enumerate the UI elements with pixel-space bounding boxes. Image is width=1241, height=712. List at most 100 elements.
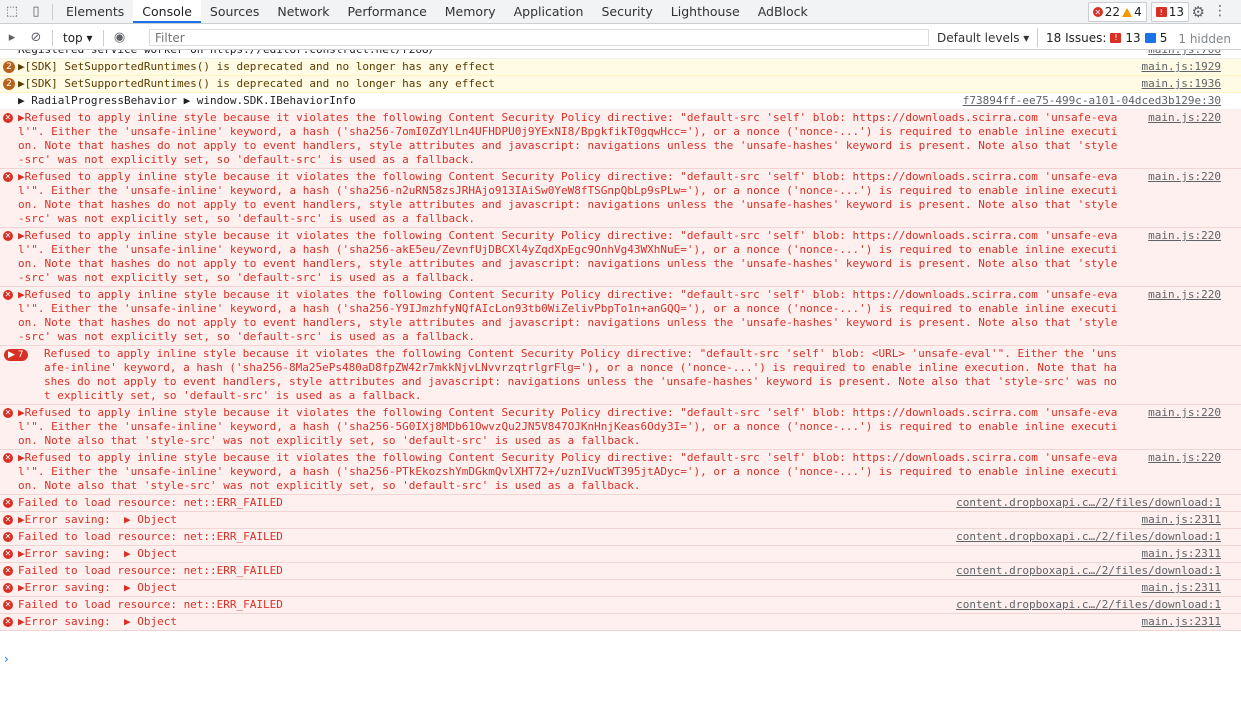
console-message[interactable]: ✕ Failed to load resource: net::ERR_FAILE…: [0, 597, 1241, 614]
console-message[interactable]: ▶ 7 Refused to apply inline style because…: [0, 346, 1241, 405]
source-link[interactable]: main.js:2311: [1142, 513, 1221, 526]
console-prompt[interactable]: ›: [4, 652, 9, 666]
tab-list: Elements Console Sources Network Performance…: [57, 0, 817, 23]
console-message[interactable]: ✕ ▶Refused to apply inline style because …: [0, 169, 1241, 228]
source-link[interactable]: main.js:220: [1148, 451, 1221, 464]
divider: [52, 29, 53, 46]
chevron-down-icon: ▾: [86, 30, 93, 45]
source-link[interactable]: content.dropboxapi.c…/2/files/download:1: [956, 496, 1221, 509]
console-message[interactable]: ✕ ▶Error saving: ▶ Object main.js:2311: [0, 580, 1241, 597]
issues-counter[interactable]: ! 13: [1150, 2, 1189, 22]
repeat-count-badge: 2: [3, 61, 15, 73]
console-message[interactable]: ✕ Failed to load resource: net::ERR_FAILE…: [0, 563, 1241, 580]
filter-input[interactable]: [149, 29, 929, 46]
console-message[interactable]: ✕ Failed to load resource: net::ERR_FAILE…: [0, 529, 1241, 546]
source-link[interactable]: main.js:220: [1148, 229, 1221, 242]
message-text: ▶Refused to apply inline style because i…: [18, 229, 1118, 284]
console-messages: Registered service worker on https://edi…: [0, 50, 1241, 712]
message-text: ▶[SDK] SetSupportedRuntimes() is depreca…: [18, 60, 495, 73]
source-link[interactable]: main.js:706: [1148, 50, 1221, 56]
sidebar-toggle-icon[interactable]: ▸: [0, 26, 24, 49]
error-icon: ✕: [3, 113, 13, 123]
console-message[interactable]: ✕ ▶Error saving: ▶ Object main.js:2311: [0, 614, 1241, 631]
message-text: ▶Refused to apply inline style because i…: [18, 406, 1118, 447]
message-text: ▶Refused to apply inline style because i…: [18, 288, 1118, 343]
inspect-element-icon[interactable]: ⬚: [0, 0, 24, 23]
source-link[interactable]: main.js:1929: [1142, 60, 1221, 73]
tab-elements[interactable]: Elements: [57, 0, 133, 23]
console-message[interactable]: ✕ ▶Refused to apply inline style because …: [0, 228, 1241, 287]
context-selector[interactable]: top ▾: [57, 31, 99, 45]
divider: [102, 29, 104, 46]
source-link[interactable]: main.js:2311: [1142, 615, 1221, 628]
console-toolbar: ▸ ⊘ top ▾ ◉ Default levels ▾ 18 Issues: …: [0, 26, 1241, 50]
message-text: Registered service worker on https://edi…: [0, 50, 1241, 58]
issue-error-icon: !: [1110, 32, 1122, 43]
source-link[interactable]: main.js:220: [1148, 288, 1221, 301]
issue-icon: !: [1155, 7, 1167, 17]
source-link[interactable]: content.dropboxapi.c…/2/files/download:1: [956, 530, 1221, 543]
source-link[interactable]: main.js:220: [1148, 406, 1221, 419]
source-link[interactable]: f73894ff-ee75-499c-a101-04dced3b129e:30: [963, 94, 1221, 107]
issues-label: 18 Issues:: [1046, 30, 1107, 45]
source-link[interactable]: main.js:2311: [1142, 547, 1221, 560]
message-text: Refused to apply inline style because it…: [44, 347, 1117, 402]
source-link[interactable]: main.js:1936: [1142, 77, 1221, 90]
tab-memory[interactable]: Memory: [436, 0, 505, 23]
message-text: ▶Refused to apply inline style because i…: [18, 111, 1118, 166]
levels-label: Default levels: [937, 31, 1020, 45]
console-message[interactable]: ✕ ▶Error saving: ▶ Object main.js:2311: [0, 546, 1241, 563]
source-link[interactable]: main.js:220: [1148, 170, 1221, 183]
error-icon: ✕: [3, 498, 13, 508]
error-icon: ✕: [3, 453, 13, 463]
tab-security[interactable]: Security: [592, 0, 661, 23]
console-message[interactable]: ✕ ▶Refused to apply inline style because …: [0, 287, 1241, 346]
tab-sources[interactable]: Sources: [201, 0, 268, 23]
tab-lighthouse[interactable]: Lighthouse: [662, 0, 749, 23]
error-icon: ✕: [3, 549, 13, 559]
repeat-count-badge: 2: [3, 78, 15, 90]
tab-adblock[interactable]: AdBlock: [749, 0, 817, 23]
console-message[interactable]: 2 ▶[SDK] SetSupportedRuntimes() is deprec…: [0, 59, 1241, 76]
source-link[interactable]: content.dropboxapi.c…/2/files/download:1: [956, 564, 1221, 577]
console-message[interactable]: ✕ ▶Refused to apply inline style because …: [0, 110, 1241, 169]
tab-network[interactable]: Network: [268, 0, 338, 23]
error-icon: ✕: [3, 515, 13, 525]
console-message[interactable]: ✕ ▶Error saving: ▶ Object main.js:2311: [0, 512, 1241, 529]
source-link[interactable]: main.js:2311: [1142, 581, 1221, 594]
console-message[interactable]: ✕ ▶Refused to apply inline style because …: [0, 450, 1241, 495]
message-text: ▶Error saving: ▶ Object: [18, 547, 177, 560]
repeat-count-badge: ▶ 7: [4, 349, 28, 361]
warning-icon: [1122, 7, 1133, 17]
message-text: ▶Error saving: ▶ Object: [18, 615, 177, 628]
error-icon: ✕: [3, 617, 13, 627]
console-message[interactable]: ✕ Failed to load resource: net::ERR_FAILE…: [0, 495, 1241, 512]
gear-icon[interactable]: ⚙: [1192, 3, 1205, 21]
console-message[interactable]: Registered service worker on https://edi…: [0, 50, 1241, 59]
hidden-count: 1 hidden: [1178, 32, 1231, 46]
error-icon: ✕: [3, 583, 13, 593]
source-link[interactable]: main.js:220: [1148, 111, 1221, 124]
console-message[interactable]: 2 ▶[SDK] SetSupportedRuntimes() is deprec…: [0, 76, 1241, 93]
issues-button[interactable]: 18 Issues: ! 13 5: [1037, 28, 1167, 47]
message-text: ▶[SDK] SetSupportedRuntimes() is depreca…: [18, 77, 495, 90]
tab-application[interactable]: Application: [505, 0, 593, 23]
more-options-icon[interactable]: ⋮: [1213, 3, 1227, 19]
error-icon: ✕: [3, 532, 13, 542]
source-link[interactable]: content.dropboxapi.c…/2/files/download:1: [956, 598, 1221, 611]
eye-icon[interactable]: ◉: [108, 26, 132, 49]
tab-console[interactable]: Console: [133, 0, 201, 23]
tab-performance[interactable]: Performance: [339, 0, 436, 23]
console-message[interactable]: ✕ ▶Refused to apply inline style because …: [0, 405, 1241, 450]
console-message[interactable]: ▶ RadialProgressBehavior ▶ window.SDK.IB…: [0, 93, 1241, 110]
devtools-tabbar: ⬚ ▯ Elements Console Sources Network Perform…: [0, 0, 1241, 24]
log-levels-dropdown[interactable]: Default levels ▾: [937, 31, 1029, 45]
message-text: ▶Refused to apply inline style because i…: [18, 451, 1118, 492]
error-count: 22: [1104, 5, 1121, 19]
clear-console-icon[interactable]: ⊘: [24, 26, 48, 49]
error-warning-counter[interactable]: ✕ 22 4: [1087, 2, 1147, 22]
error-icon: ✕: [3, 566, 13, 576]
device-toolbar-icon[interactable]: ▯: [24, 0, 48, 23]
issues-error-count: 13: [1125, 30, 1141, 45]
warning-count: 4: [1134, 5, 1142, 19]
